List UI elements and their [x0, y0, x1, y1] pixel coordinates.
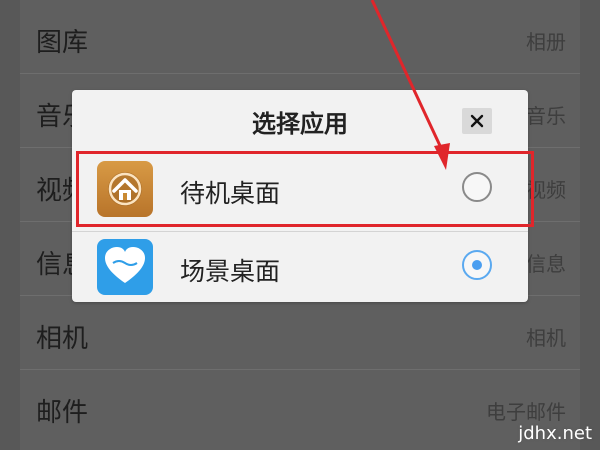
annotation-arrow-icon	[370, 0, 450, 170]
screen: 图库 相册 音乐 音乐 视频 视频 信息 信息 相机 相机 邮件 电子邮件 选择…	[0, 0, 600, 450]
watermark: jdhx.net	[518, 423, 592, 444]
